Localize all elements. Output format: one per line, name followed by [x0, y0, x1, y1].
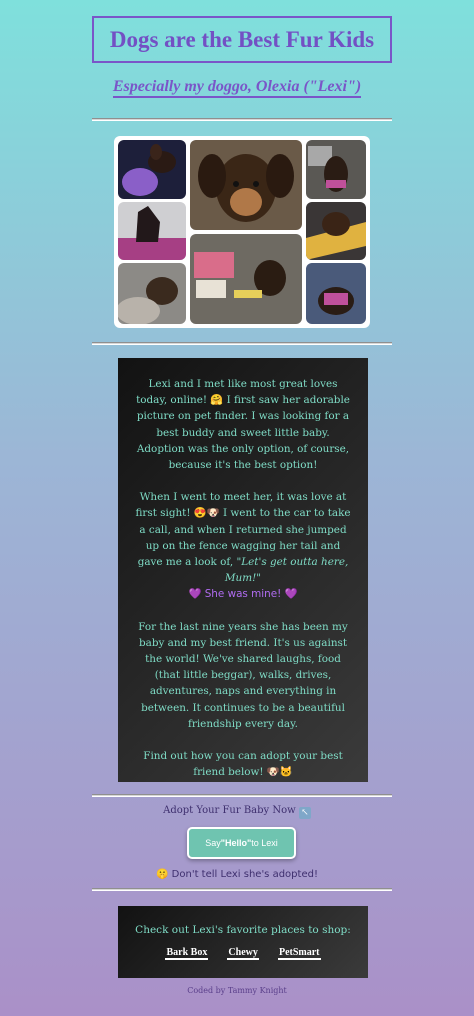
photo-lexi-sweater	[306, 263, 366, 324]
photo-collage	[114, 136, 370, 328]
say-hello-button[interactable]: Say "Hello" to Lexi	[187, 827, 296, 859]
button-bold: "Hello"	[220, 838, 252, 848]
footer-credit: Coded by Tammy Knight	[187, 986, 287, 995]
adopt-label: Adopt Your Fur Baby Now	[163, 805, 296, 816]
story-card: Lexi and I met like most great loves tod…	[118, 358, 368, 782]
story-paragraph: For the last nine years she has been my …	[138, 620, 348, 730]
button-suffix: to Lexi	[251, 838, 278, 848]
divider	[92, 888, 392, 891]
photo-lexi-car	[118, 202, 186, 260]
story-she-was-mine: 💜 She was mine! 💜	[188, 588, 298, 601]
button-prefix: Say	[205, 838, 221, 848]
story-quote: "Let's get outta here, Mum!"	[224, 556, 349, 585]
shop-title: Check out Lexi's favorite places to shop…	[135, 924, 351, 936]
adopt-heading: Adopt Your Fur Baby Now ↖	[0, 805, 474, 819]
subtitle: Especially my doggo, Olexia ("Lexi")	[0, 76, 474, 98]
story-paragraph: Find out how you can adopt your best fri…	[143, 750, 343, 779]
link-petsmart[interactable]: PetSmart	[277, 947, 321, 960]
arrow-up-left-icon: ↖	[298, 807, 311, 819]
story-paragraph: When I went to meet her, it was love at …	[132, 489, 354, 602]
link-bark-box[interactable]: Bark Box	[165, 947, 209, 960]
divider	[92, 794, 392, 797]
divider	[92, 118, 392, 121]
photo-lexi-barkbox	[190, 234, 302, 324]
adopted-secret: 🤫 Don't tell Lexi she's adopted!	[156, 869, 318, 880]
divider	[92, 342, 392, 345]
page-title-box: Dogs are the Best Fur Kids	[92, 16, 392, 63]
photo-lexi-seat	[306, 140, 366, 199]
photo-lexi-portrait	[190, 140, 302, 230]
story-paragraph: Lexi and I met like most great loves tod…	[136, 378, 350, 472]
page-title: Dogs are the Best Fur Kids	[109, 26, 375, 52]
photo-lexi-toy	[118, 140, 186, 199]
shop-card: Check out Lexi's favorite places to shop…	[118, 906, 368, 978]
shop-links: Bark Box Chewy PetSmart	[118, 940, 368, 960]
photo-lexi-blanket	[118, 263, 186, 324]
photo-lexi-yellow-bed	[306, 202, 366, 260]
subtitle-text: Especially my doggo, Olexia ("Lexi")	[112, 78, 362, 98]
link-chewy[interactable]: Chewy	[227, 947, 259, 960]
